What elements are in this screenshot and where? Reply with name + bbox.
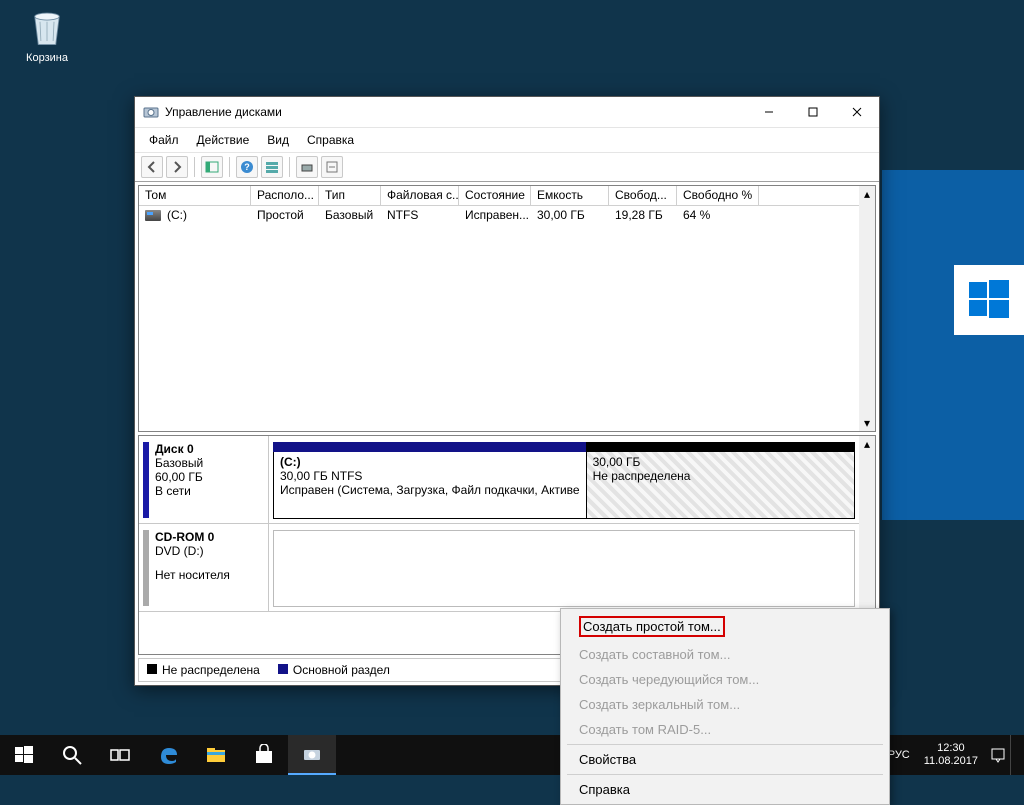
menu-create-raid5-volume: Создать том RAID-5...	[563, 717, 887, 742]
cell-status: Исправен...	[459, 206, 531, 226]
col-filesystem[interactable]: Файловая с...	[381, 186, 459, 205]
menu-create-simple-volume[interactable]: Создать простой том...	[563, 611, 887, 642]
windows-logo-panel	[954, 265, 1024, 335]
cell-type: Базовый	[319, 206, 381, 226]
disk0-header[interactable]: Диск 0 Базовый 60,00 ГБ В сети	[139, 436, 269, 523]
minimize-button[interactable]	[747, 97, 791, 127]
menu-label: Создать простой том...	[583, 619, 721, 634]
maximize-button[interactable]	[791, 97, 835, 127]
close-button[interactable]	[835, 97, 879, 127]
disk-stripe-icon	[143, 530, 149, 606]
legend-primary: Основной раздел	[293, 663, 390, 677]
app-icon	[143, 104, 159, 120]
back-button[interactable]	[141, 156, 163, 178]
legend-primary-icon	[278, 664, 288, 674]
tray-clock[interactable]: 12:30 11.08.2017	[916, 742, 986, 768]
volume-list: Том Располо... Тип Файловая с... Состоян…	[138, 185, 876, 432]
refresh-button[interactable]	[296, 156, 318, 178]
search-button[interactable]	[48, 735, 96, 775]
trash-icon	[26, 6, 68, 48]
cell-capacity: 30,00 ГБ	[531, 206, 609, 226]
cdrom-header[interactable]: CD-ROM 0 DVD (D:) Нет носителя	[139, 524, 269, 611]
disk-management-window: Управление дисками Файл Действие Вид Спр…	[134, 96, 880, 686]
cdrom-partition[interactable]	[273, 530, 855, 607]
tray-notifications-icon[interactable]	[986, 735, 1010, 775]
cdrom-type: DVD (D:)	[143, 544, 264, 558]
start-button[interactable]	[0, 735, 48, 775]
disk-size: 60,00 ГБ	[143, 470, 264, 484]
window-title: Управление дисками	[165, 105, 747, 119]
recycle-bin[interactable]: Корзина	[12, 6, 82, 64]
menu-help[interactable]: Справка	[563, 777, 887, 802]
show-desktop-button[interactable]	[1010, 735, 1016, 775]
col-freepct[interactable]: Свободно %	[677, 186, 759, 205]
disk-state: В сети	[143, 484, 264, 498]
col-free[interactable]: Свобод...	[609, 186, 677, 205]
unalloc-size: 30,00 ГБ	[593, 455, 848, 469]
col-volume[interactable]: Том	[139, 186, 251, 205]
help-button[interactable]: ?	[236, 156, 258, 178]
forward-button[interactable]	[166, 156, 188, 178]
cell-free: 19,28 ГБ	[609, 206, 677, 226]
menu-file[interactable]: Файл	[141, 130, 187, 150]
action-button[interactable]	[321, 156, 343, 178]
scroll-up-icon[interactable]: ▴	[859, 436, 875, 452]
partition-title: (C:)	[280, 455, 580, 469]
cell-layout: Простой	[251, 206, 319, 226]
cdrom-name: CD-ROM 0	[143, 530, 264, 544]
drive-icon	[145, 210, 161, 221]
col-type[interactable]: Тип	[319, 186, 381, 205]
scroll-down-icon[interactable]: ▾	[859, 415, 875, 431]
clock-date: 11.08.2017	[924, 755, 978, 768]
clock-time: 12:30	[924, 742, 978, 755]
partition-c[interactable]: (C:) 30,00 ГБ NTFS Исправен (Система, За…	[273, 442, 586, 519]
volume-row[interactable]: (C:) Простой Базовый NTFS Исправен... 30…	[139, 206, 875, 226]
col-status[interactable]: Состояние	[459, 186, 531, 205]
partition-unallocated[interactable]: 30,00 ГБ Не распределена	[586, 442, 855, 519]
disk-stripe-icon	[143, 442, 149, 518]
explorer-button[interactable]	[192, 735, 240, 775]
col-layout[interactable]: Располо...	[251, 186, 319, 205]
charms-sliver	[882, 170, 1024, 520]
recycle-bin-label: Корзина	[12, 52, 82, 64]
disk-name: Диск 0	[143, 442, 264, 456]
menu-view[interactable]: Вид	[259, 130, 297, 150]
menu-action[interactable]: Действие	[189, 130, 258, 150]
taskview-button[interactable]	[96, 735, 144, 775]
edge-button[interactable]	[144, 735, 192, 775]
toolbar: ?	[135, 152, 879, 182]
list-scrollbar[interactable]: ▴ ▾	[859, 186, 875, 431]
menu-help[interactable]: Справка	[299, 130, 362, 150]
legend-unalloc-icon	[147, 664, 157, 674]
list-header: Том Располо... Тип Файловая с... Состоян…	[139, 186, 875, 206]
disk0-row: Диск 0 Базовый 60,00 ГБ В сети (C:) 30,0…	[139, 436, 859, 524]
cdrom-row: CD-ROM 0 DVD (D:) Нет носителя	[139, 524, 859, 612]
cell-fs: NTFS	[381, 206, 459, 226]
scroll-up-icon[interactable]: ▴	[859, 186, 875, 202]
pane-button[interactable]	[201, 156, 223, 178]
disk-type: Базовый	[143, 456, 264, 470]
svg-text:?: ?	[244, 162, 250, 172]
col-capacity[interactable]: Емкость	[531, 186, 609, 205]
titlebar[interactable]: Управление дисками	[135, 97, 879, 127]
context-menu: Создать простой том... Создать составной…	[560, 608, 890, 805]
cdrom-state: Нет носителя	[143, 568, 264, 582]
partition-line3: Исправен (Система, Загрузка, Файл подкач…	[280, 483, 580, 497]
cell-name: (C:)	[167, 208, 187, 222]
unalloc-stripe-icon	[586, 442, 855, 452]
cell-pct: 64 %	[677, 206, 759, 226]
primary-stripe-icon	[273, 442, 587, 452]
disk-management-task[interactable]	[288, 735, 336, 775]
menu-create-spanned-volume: Создать составной том...	[563, 642, 887, 667]
view-button[interactable]	[261, 156, 283, 178]
unalloc-state: Не распределена	[593, 469, 848, 483]
menu-properties[interactable]: Свойства	[563, 747, 887, 772]
partition-line2: 30,00 ГБ NTFS	[280, 469, 580, 483]
menubar: Файл Действие Вид Справка	[135, 127, 879, 152]
store-button[interactable]	[240, 735, 288, 775]
legend-unalloc: Не распределена	[162, 663, 260, 677]
menu-create-mirrored-volume: Создать зеркальный том...	[563, 692, 887, 717]
menu-create-striped-volume: Создать чередующийся том...	[563, 667, 887, 692]
